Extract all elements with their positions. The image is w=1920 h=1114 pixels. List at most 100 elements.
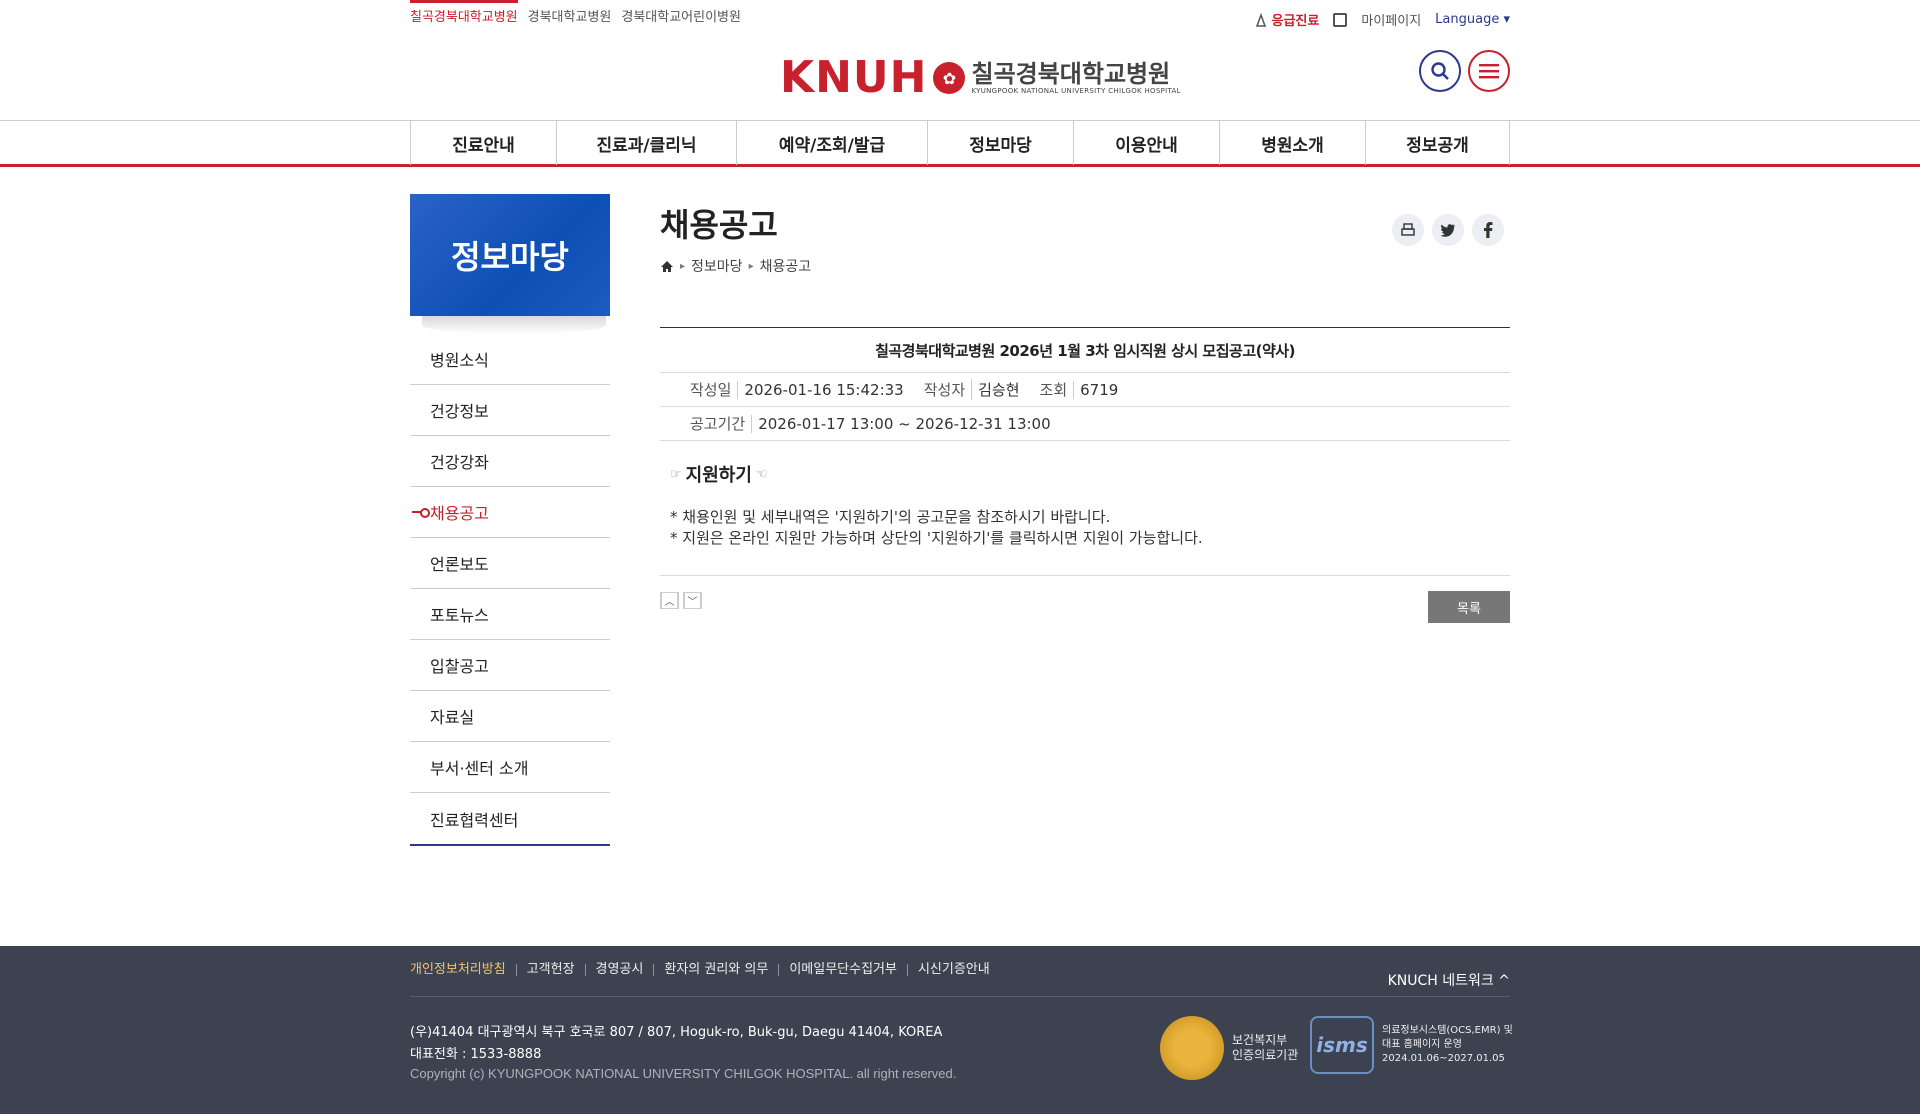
gnb-item[interactable]: 병원소개 (1220, 121, 1366, 165)
share-buttons (1392, 214, 1504, 246)
side-nav-item[interactable]: 포토뉴스 (410, 589, 610, 640)
search-icon (1431, 62, 1449, 80)
breadcrumb-separator-icon: ▸ (748, 260, 754, 272)
period-label: 공고기간 (690, 415, 746, 433)
footer-copyright: Copyright (c) KYUNGPOOK NATIONAL UNIVERS… (410, 1066, 957, 1081)
logo-name-ko: 칠곡경북대학교병원 (971, 60, 1171, 88)
site-switcher: 칠곡경북대학교병원 경북대학교병원 경북대학교어린이병원 (410, 0, 741, 25)
pointing-hand-right-icon: ☞ (670, 466, 682, 482)
footer-link[interactable]: 시신기증안내 (906, 963, 1000, 976)
footer-link[interactable]: 개인정보처리방침 (410, 963, 516, 976)
hospital-logo[interactable]: KNUH ✿ 칠곡경북대학교병원 KYUNGPOOK NATIONAL UNIV… (780, 56, 1181, 100)
isms-logo-icon: isms (1310, 1016, 1374, 1074)
footer-address-block: (우)41404 대구광역시 북구 호국로 807 / 807, Hoguk-r… (410, 1022, 942, 1066)
footer-address: (우)41404 대구광역시 북구 호국로 807 / 807, Hoguk-r… (410, 1025, 943, 1040)
apply-link[interactable]: ☞ 지원하기 ☜ (670, 461, 1498, 487)
post-body: ☞ 지원하기 ☜ * 채용인원 및 세부내역은 '지원하기'의 공고문을 참조하… (660, 441, 1510, 576)
side-nav-list: 병원소식 건강정보 건강강좌 채용공고 언론보도 포토뉴스 입찰공고 자료실 부서·센터 소개 진… (410, 334, 610, 846)
post-period-row: 공고기간 2026-01-17 13:00 ~ 2026-12-31 13:00 (660, 407, 1510, 441)
chevron-down-icon: ﹀ (684, 592, 701, 609)
menu-button[interactable] (1468, 50, 1510, 92)
side-nav-item[interactable]: 언론보도 (410, 538, 610, 589)
author-value: 김승현 (971, 379, 1020, 400)
chevron-up-icon: ^ (1498, 973, 1510, 989)
twitter-icon (1440, 224, 1455, 237)
site-link-children[interactable]: 경북대학교어린이병원 (621, 0, 741, 25)
side-nav-item[interactable]: 진료협력센터 (410, 793, 610, 844)
gnb-item[interactable]: 정보공개 (1366, 121, 1510, 165)
next-post-button[interactable]: ﹀ (683, 592, 702, 609)
side-nav-item[interactable]: 입찰공고 (410, 640, 610, 691)
side-nav-title-shadow (422, 316, 606, 334)
network-toggle[interactable]: KNUCH 네트워크 ^ (1388, 970, 1510, 990)
page-title: 채용공고 (660, 206, 778, 244)
views-value: 6719 (1073, 380, 1118, 399)
logo-name: 칠곡경북대학교병원 KYUNGPOOK NATIONAL UNIVERSITY … (971, 61, 1180, 95)
side-nav-title: 정보마당 (410, 194, 610, 316)
facebook-button[interactable] (1472, 214, 1504, 246)
gnb-item[interactable]: 진료과/클리닉 (557, 121, 737, 165)
footer-link[interactable]: 고객헌장 (515, 963, 585, 976)
breadcrumb-separator-icon: ▸ (680, 260, 686, 272)
post-meta-row: 작성일 2026-01-16 15:42:33 작성자 김승현 조회 6719 (660, 373, 1510, 407)
accreditation-line: 인증의료기관 (1232, 1048, 1299, 1062)
isms-line: 대표 홈페이지 운영 (1382, 1039, 1462, 1050)
prev-post-button[interactable]: ︿ (660, 592, 679, 609)
notice-line: * 채용인원 및 세부내역은 '지원하기'의 공고문을 참조하시기 바랍니다. (670, 508, 1111, 526)
footer-link[interactable]: 경영공시 (584, 963, 654, 976)
accreditation-line: 보건복지부 (1232, 1033, 1288, 1047)
language-select[interactable]: Language ▾ (1435, 12, 1510, 27)
notice-text: * 채용인원 및 세부내역은 '지원하기'의 공고문을 참조하시기 바랍니다. … (670, 507, 1498, 549)
accreditation-badge: 보건복지부 인증의료기관 (1160, 1016, 1298, 1080)
side-nav-item[interactable]: 건강정보 (410, 385, 610, 436)
footer-links: 개인정보처리방침 고객헌장 경영공시 환자의 권리와 의무 이메일무단수집거부 시신기증안… (410, 963, 1000, 976)
emblem-icon: ✿ (933, 62, 966, 94)
post-nav: ︿ ﹀ (660, 592, 702, 609)
side-nav-item[interactable]: 병원소식 (410, 334, 610, 385)
facebook-icon (1484, 222, 1493, 238)
top-header: 칠곡경북대학교병원 경북대학교병원 경북대학교어린이병원 응급진료 마이페이지 … (0, 0, 1920, 120)
gnb-item[interactable]: 정보마당 (928, 121, 1074, 165)
post-footer: ︿ ﹀ 목록 (660, 576, 1510, 628)
footer-phone: 대표전화 : 1533-8888 (410, 1047, 542, 1062)
network-label: KNUCH 네트워크 (1387, 973, 1494, 989)
print-button[interactable] (1392, 214, 1424, 246)
main-nav-list: 진료안내 진료과/클리닉 예약/조회/발급 정보마당 이용안내 병원소개 정보공개 (410, 121, 1510, 165)
side-nav-item[interactable]: 자료실 (410, 691, 610, 742)
site-link-chilgok[interactable]: 칠곡경북대학교병원 (410, 0, 518, 25)
list-button[interactable]: 목록 (1428, 591, 1510, 623)
isms-text: 의료정보시스템(OCS,EMR) 및 대표 홈페이지 운영 2024.01.06… (1382, 1024, 1513, 1066)
isms-badge: isms 의료정보시스템(OCS,EMR) 및 대표 홈페이지 운영 2024.… (1310, 1016, 1513, 1074)
main-navigation: 진료안내 진료과/클리닉 예약/조회/발급 정보마당 이용안내 병원소개 정보공개 (0, 120, 1920, 167)
breadcrumb-item[interactable]: 정보마당 (691, 256, 743, 276)
gnb-item[interactable]: 이용안내 (1074, 121, 1220, 165)
post-view: 칠곡경북대학교병원 2026년 1월 3차 임시직원 상시 모집공고(약사) 작… (660, 327, 1510, 628)
accreditation-seal-icon (1160, 1016, 1224, 1080)
site-footer: 개인정보처리방침 고객헌장 경영공시 환자의 권리와 의무 이메일무단수집거부 시신기증안… (0, 946, 1920, 1114)
side-navigation: 정보마당 병원소식 건강정보 건강강좌 채용공고 언론보도 포토뉴스 입찰공고 자료실 부서·센… (410, 194, 610, 846)
print-icon (1401, 223, 1415, 236)
emergency-link[interactable]: 응급진료 (1254, 10, 1320, 29)
side-nav-item[interactable]: 부서·센터 소개 (410, 742, 610, 793)
breadcrumb-item[interactable]: 채용공고 (760, 256, 812, 276)
chevron-up-icon: ︿ (661, 592, 678, 609)
footer-divider (410, 996, 1510, 997)
emergency-label: 응급진료 (1271, 14, 1320, 29)
side-nav-item[interactable]: 건강강좌 (410, 436, 610, 487)
twitter-button[interactable] (1432, 214, 1464, 246)
utility-menu: 응급진료 마이페이지 Language ▾ (1254, 10, 1510, 29)
accreditation-text: 보건복지부 인증의료기관 (1232, 1033, 1298, 1063)
footer-link[interactable]: 이메일무단수집거부 (778, 963, 907, 976)
side-nav-item[interactable]: 채용공고 (410, 487, 610, 538)
author-label: 작성자 (923, 381, 966, 399)
search-button[interactable] (1419, 50, 1461, 92)
footer-link[interactable]: 환자의 권리와 의무 (653, 963, 778, 976)
logo-mark: KNUH (780, 52, 928, 103)
emergency-icon (1255, 12, 1266, 27)
gnb-item[interactable]: 진료안내 (411, 121, 557, 165)
site-link-knuh[interactable]: 경북대학교병원 (528, 0, 612, 25)
gnb-item[interactable]: 예약/조회/발급 (737, 121, 928, 165)
home-icon[interactable] (660, 260, 674, 273)
breadcrumb: ▸ 정보마당 ▸ 채용공고 (660, 256, 1510, 276)
mypage-link[interactable]: 마이페이지 (1361, 10, 1421, 29)
